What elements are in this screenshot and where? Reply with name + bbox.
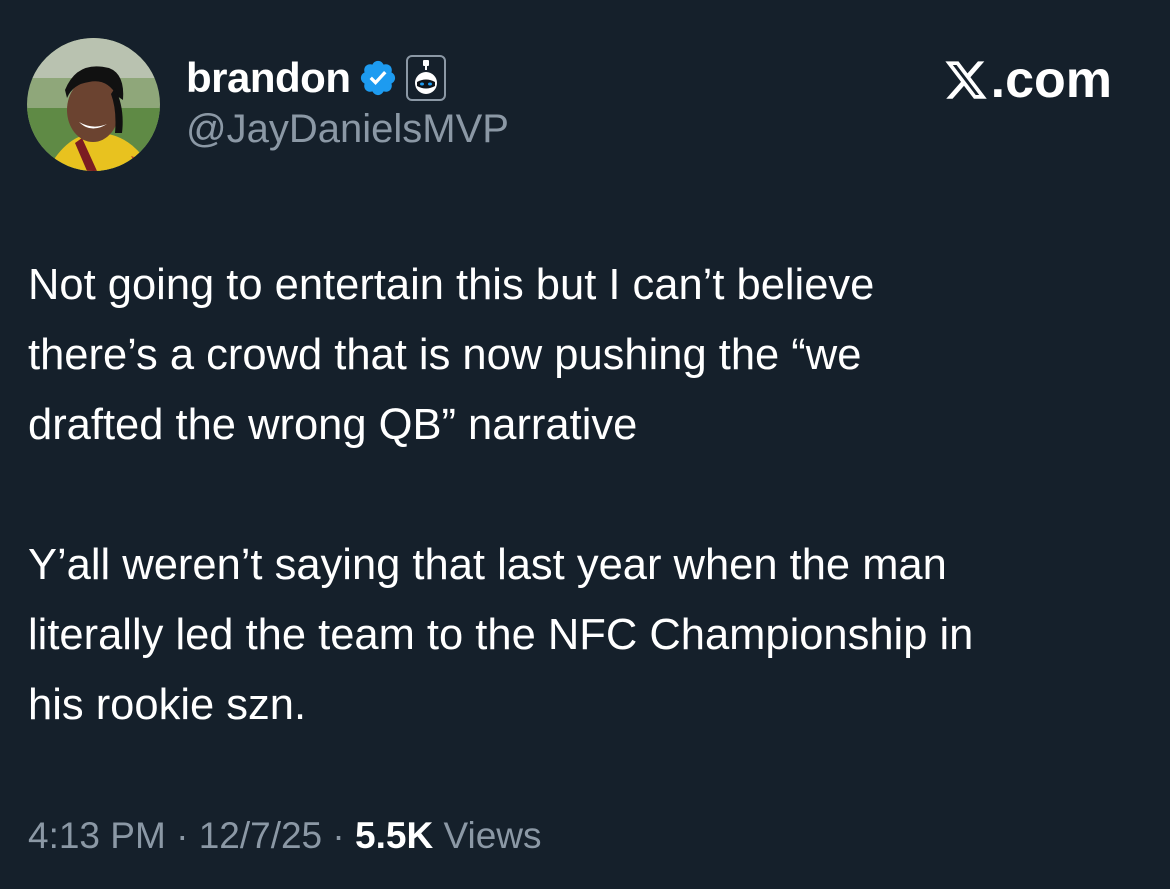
avatar[interactable] (27, 38, 160, 171)
affiliate-badge-icon[interactable] (406, 55, 447, 101)
tweet-card: brandon @JayDanielsMVP .com Not going to… (0, 0, 1170, 889)
views-label: Views (433, 815, 542, 856)
tweet-paragraph: Not going to entertain this but I can’t … (28, 261, 875, 449)
meta-separator: · (322, 815, 356, 856)
tweet-text: Not going to entertain this but I can’t … (28, 250, 1148, 740)
verified-check-icon[interactable] (358, 58, 398, 98)
avatar-photo (27, 38, 160, 171)
tweet-date[interactable]: 12/7/25 (199, 815, 322, 856)
meta-separator: · (165, 815, 199, 856)
tweet-time[interactable]: 4:13 PM (28, 815, 166, 856)
site-watermark: .com (943, 54, 1112, 106)
views-count[interactable]: 5.5K (355, 815, 433, 856)
x-logo-icon (945, 60, 987, 99)
author-handle[interactable]: @JayDanielsMVP (186, 109, 509, 149)
author-display-name[interactable]: brandon (186, 57, 351, 99)
tweet-paragraph: Y’all weren’t saying that last year when… (28, 541, 974, 729)
site-suffix: .com (990, 51, 1112, 109)
author-name-row: brandon (186, 52, 447, 104)
tweet-meta: 4:13 PM · 12/7/25 · 5.5K Views (28, 812, 542, 860)
